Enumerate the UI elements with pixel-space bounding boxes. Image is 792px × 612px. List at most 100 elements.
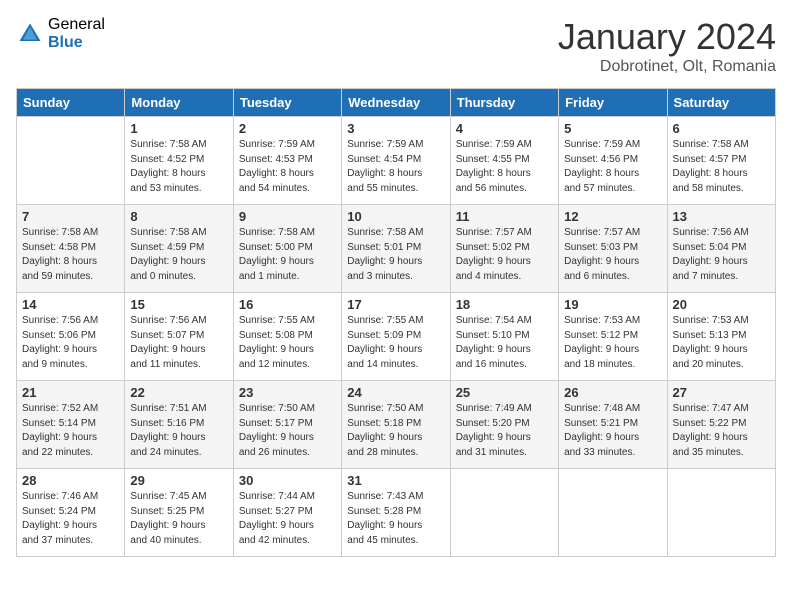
col-header-tuesday: Tuesday: [233, 89, 341, 117]
logo-blue: Blue: [48, 34, 105, 52]
day-cell: 16Sunrise: 7:55 AM Sunset: 5:08 PM Dayli…: [233, 293, 341, 381]
day-number: 25: [456, 385, 553, 400]
day-cell: 10Sunrise: 7:58 AM Sunset: 5:01 PM Dayli…: [342, 205, 450, 293]
day-info: Sunrise: 7:50 AM Sunset: 5:18 PM Dayligh…: [347, 402, 444, 460]
calendar-table: SundayMondayTuesdayWednesdayThursdayFrid…: [16, 88, 776, 557]
header: General Blue January 2024 Dobrotinet, Ol…: [16, 16, 776, 76]
day-cell: 12 Sunrise: 7:57 AM Sunset: 5:03 PM Dayli…: [559, 205, 667, 293]
day-cell: 25 Sunrise: 7:49 AM Sunset: 5:20 PM Dayli…: [450, 381, 558, 469]
day-info: Sunrise: 7:46 AM Sunset: 5:24 PM Dayligh…: [22, 490, 119, 548]
day-cell: 2 Sunrise: 7:59 AM Sunset: 4:53 PM Daylig…: [233, 117, 341, 205]
logo-text: General Blue: [48, 16, 105, 51]
day-number: 15: [130, 297, 227, 312]
day-cell: 20 Sunrise: 7:53 AM Sunset: 5:13 PM Dayli…: [667, 293, 775, 381]
day-info: Sunrise: 7:52 AM Sunset: 5:14 PM Dayligh…: [22, 402, 119, 460]
day-cell: [667, 469, 775, 557]
day-info: Sunrise: 7:45 AM Sunset: 5:25 PM Dayligh…: [130, 490, 227, 548]
day-number: 19: [564, 297, 661, 312]
day-number: 14: [22, 297, 119, 312]
logo-icon: [16, 20, 44, 48]
day-cell: 4 Sunrise: 7:59 AM Sunset: 4:55 PM Daylig…: [450, 117, 558, 205]
day-number: 1: [130, 121, 227, 136]
day-number: 24: [347, 385, 444, 400]
col-header-saturday: Saturday: [667, 89, 775, 117]
day-number: 2: [239, 121, 336, 136]
day-info: Sunrise: 7:58 AM Sunset: 5:00 PM Dayligh…: [239, 226, 336, 284]
day-cell: 15 Sunrise: 7:56 AM Sunset: 5:07 PM Dayli…: [125, 293, 233, 381]
day-number: 29: [130, 473, 227, 488]
day-cell: 24 Sunrise: 7:50 AM Sunset: 5:18 PM Dayli…: [342, 381, 450, 469]
day-info: Sunrise: 7:54 AM Sunset: 5:10 PM Dayligh…: [456, 314, 553, 372]
day-number: 6: [673, 121, 770, 136]
day-info: Sunrise: 7:44 AM Sunset: 5:27 PM Dayligh…: [239, 490, 336, 548]
day-info: Sunrise: 7:47 AM Sunset: 5:22 PM Dayligh…: [673, 402, 770, 460]
header-row: SundayMondayTuesdayWednesdayThursdayFrid…: [17, 89, 776, 117]
calendar-subtitle: Dobrotinet, Olt, Romania: [558, 58, 776, 76]
day-info: Sunrise: 7:59 AM Sunset: 4:54 PM Dayligh…: [347, 138, 444, 196]
calendar-title: January 2024: [558, 16, 776, 58]
day-cell: 13 Sunrise: 7:56 AM Sunset: 5:04 PM Dayli…: [667, 205, 775, 293]
day-info: Sunrise: 7:55 AM Sunset: 5:09 PM Dayligh…: [347, 314, 444, 372]
logo: General Blue: [16, 16, 105, 51]
day-cell: 11Sunrise: 7:57 AM Sunset: 5:02 PM Dayli…: [450, 205, 558, 293]
day-cell: 3 Sunrise: 7:59 AM Sunset: 4:54 PM Daylig…: [342, 117, 450, 205]
day-number: 12: [564, 209, 661, 224]
day-cell: 27 Sunrise: 7:47 AM Sunset: 5:22 PM Dayli…: [667, 381, 775, 469]
day-info: Sunrise: 7:56 AM Sunset: 5:06 PM Dayligh…: [22, 314, 119, 372]
day-cell: 8Sunrise: 7:58 AM Sunset: 4:59 PM Daylig…: [125, 205, 233, 293]
day-cell: 1 Sunrise: 7:58 AM Sunset: 4:52 PM Daylig…: [125, 117, 233, 205]
day-cell: 6Sunrise: 7:58 AM Sunset: 4:57 PM Daylig…: [667, 117, 775, 205]
day-number: 22: [130, 385, 227, 400]
day-info: Sunrise: 7:49 AM Sunset: 5:20 PM Dayligh…: [456, 402, 553, 460]
day-number: 13: [673, 209, 770, 224]
day-cell: 18 Sunrise: 7:54 AM Sunset: 5:10 PM Dayli…: [450, 293, 558, 381]
title-area: January 2024 Dobrotinet, Olt, Romania: [558, 16, 776, 76]
col-header-monday: Monday: [125, 89, 233, 117]
day-cell: 19 Sunrise: 7:53 AM Sunset: 5:12 PM Dayli…: [559, 293, 667, 381]
day-cell: 17 Sunrise: 7:55 AM Sunset: 5:09 PM Dayli…: [342, 293, 450, 381]
day-info: Sunrise: 7:48 AM Sunset: 5:21 PM Dayligh…: [564, 402, 661, 460]
day-number: 8: [130, 209, 227, 224]
day-number: 31: [347, 473, 444, 488]
day-info: Sunrise: 7:43 AM Sunset: 5:28 PM Dayligh…: [347, 490, 444, 548]
day-cell: 5Sunrise: 7:59 AM Sunset: 4:56 PM Daylig…: [559, 117, 667, 205]
day-info: Sunrise: 7:59 AM Sunset: 4:55 PM Dayligh…: [456, 138, 553, 196]
day-info: Sunrise: 7:56 AM Sunset: 5:04 PM Dayligh…: [673, 226, 770, 284]
week-row-4: 21 Sunrise: 7:52 AM Sunset: 5:14 PM Dayli…: [17, 381, 776, 469]
day-info: Sunrise: 7:56 AM Sunset: 5:07 PM Dayligh…: [130, 314, 227, 372]
day-info: Sunrise: 7:50 AM Sunset: 5:17 PM Dayligh…: [239, 402, 336, 460]
col-header-wednesday: Wednesday: [342, 89, 450, 117]
col-header-friday: Friday: [559, 89, 667, 117]
day-number: 17: [347, 297, 444, 312]
week-row-3: 14 Sunrise: 7:56 AM Sunset: 5:06 PM Dayli…: [17, 293, 776, 381]
day-cell: [450, 469, 558, 557]
day-cell: 23 Sunrise: 7:50 AM Sunset: 5:17 PM Dayli…: [233, 381, 341, 469]
day-number: 4: [456, 121, 553, 136]
day-number: 18: [456, 297, 553, 312]
col-header-sunday: Sunday: [17, 89, 125, 117]
day-cell: 31 Sunrise: 7:43 AM Sunset: 5:28 PM Dayli…: [342, 469, 450, 557]
week-row-2: 7Sunrise: 7:58 AM Sunset: 4:58 PM Daylig…: [17, 205, 776, 293]
day-info: Sunrise: 7:59 AM Sunset: 4:53 PM Dayligh…: [239, 138, 336, 196]
day-info: Sunrise: 7:57 AM Sunset: 5:03 PM Dayligh…: [564, 226, 661, 284]
day-cell: 30Sunrise: 7:44 AM Sunset: 5:27 PM Dayli…: [233, 469, 341, 557]
day-info: Sunrise: 7:53 AM Sunset: 5:12 PM Dayligh…: [564, 314, 661, 372]
day-number: 3: [347, 121, 444, 136]
day-cell: 14 Sunrise: 7:56 AM Sunset: 5:06 PM Dayli…: [17, 293, 125, 381]
day-info: Sunrise: 7:58 AM Sunset: 5:01 PM Dayligh…: [347, 226, 444, 284]
day-cell: 28 Sunrise: 7:46 AM Sunset: 5:24 PM Dayli…: [17, 469, 125, 557]
day-number: 21: [22, 385, 119, 400]
day-info: Sunrise: 7:53 AM Sunset: 5:13 PM Dayligh…: [673, 314, 770, 372]
day-number: 28: [22, 473, 119, 488]
day-number: 7: [22, 209, 119, 224]
day-info: Sunrise: 7:58 AM Sunset: 4:52 PM Dayligh…: [130, 138, 227, 196]
day-number: 23: [239, 385, 336, 400]
day-number: 20: [673, 297, 770, 312]
day-number: 26: [564, 385, 661, 400]
logo-general: General: [48, 16, 105, 34]
day-cell: 22Sunrise: 7:51 AM Sunset: 5:16 PM Dayli…: [125, 381, 233, 469]
col-header-thursday: Thursday: [450, 89, 558, 117]
day-cell: 7Sunrise: 7:58 AM Sunset: 4:58 PM Daylig…: [17, 205, 125, 293]
day-number: 16: [239, 297, 336, 312]
day-number: 27: [673, 385, 770, 400]
